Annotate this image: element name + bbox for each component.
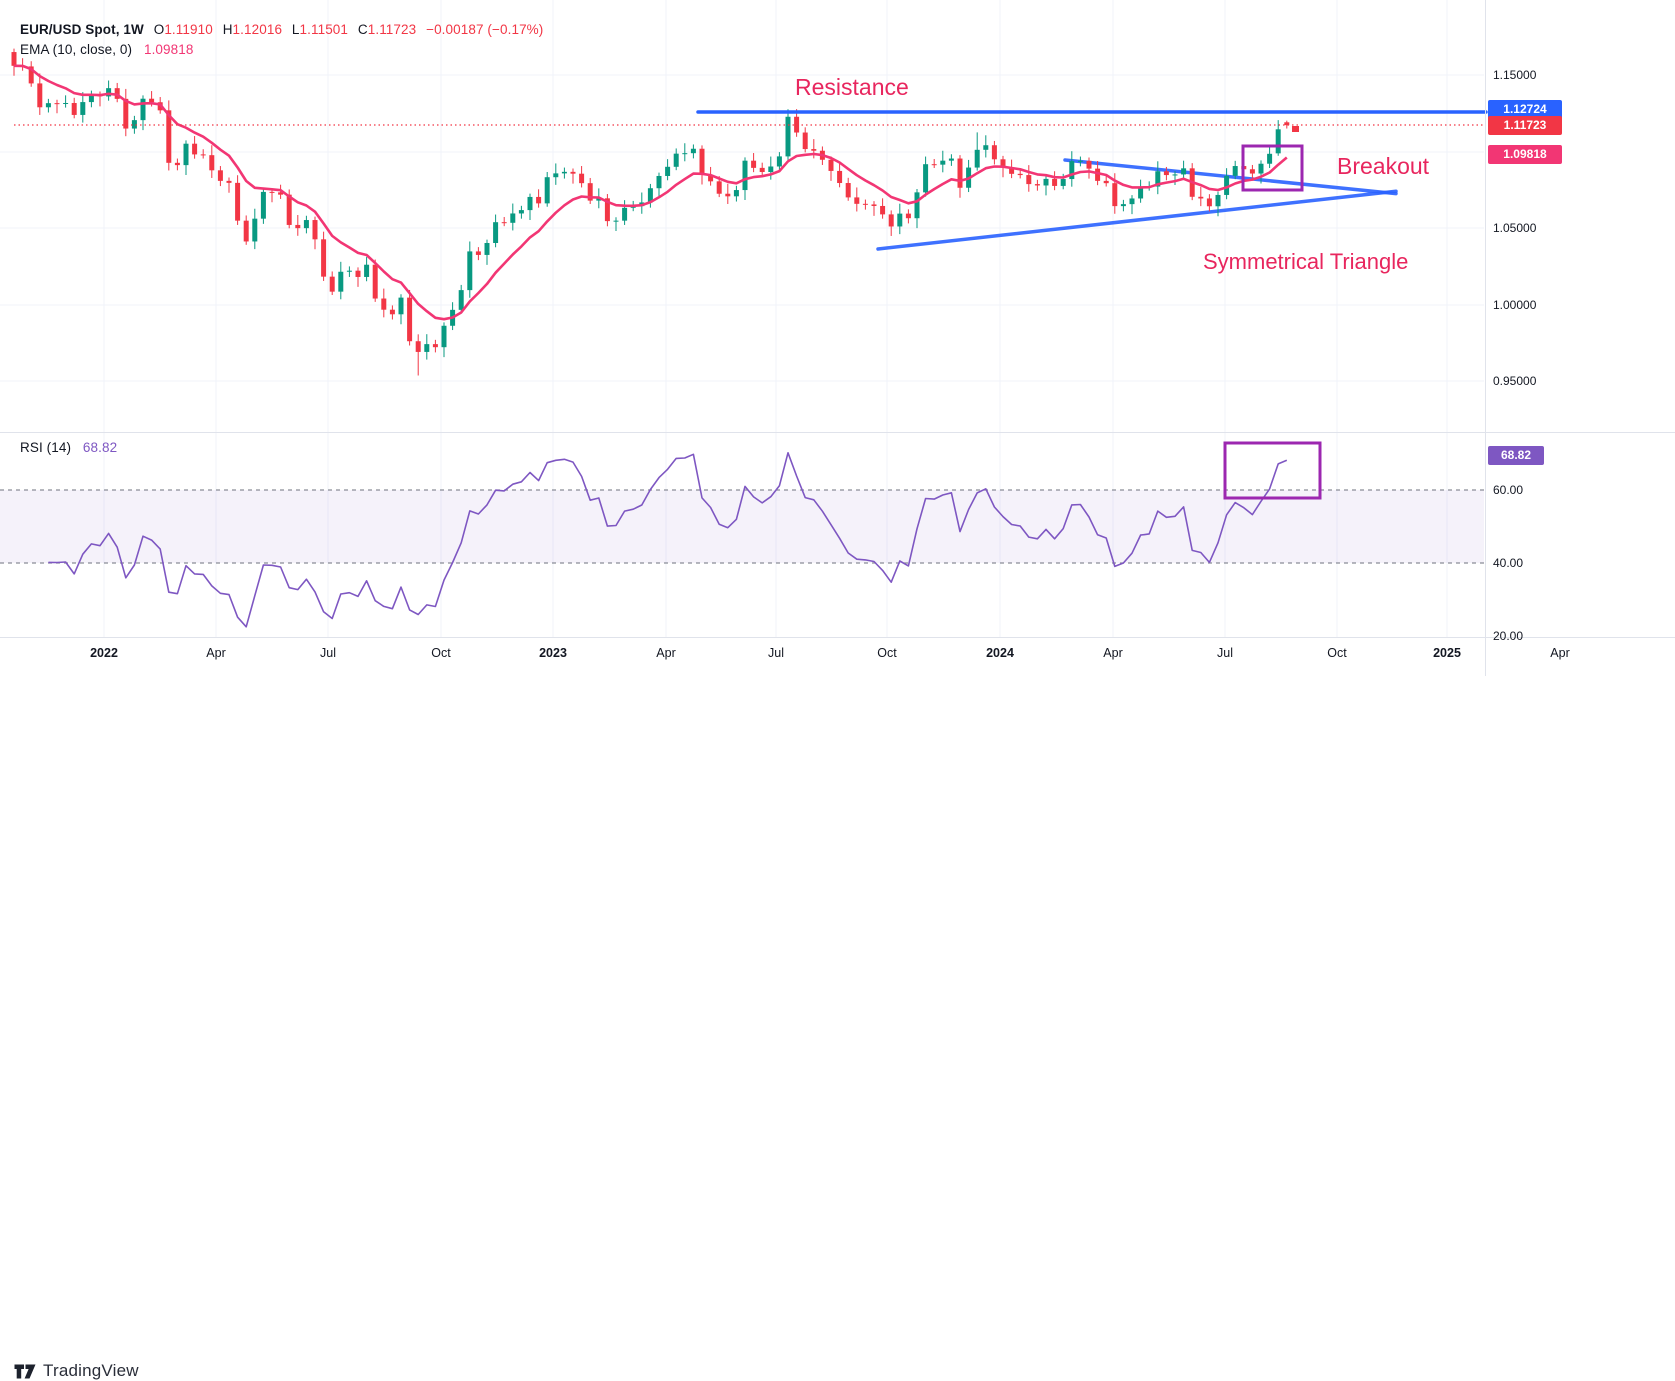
time-axis-label: Jul <box>1217 646 1233 660</box>
time-axis-label: Apr <box>656 646 675 660</box>
ohlc-row: EUR/USD Spot, 1W O1.11910 H1.12016 L1.11… <box>20 22 543 37</box>
rsi-axis-label: 60.00 <box>1493 483 1523 497</box>
time-axis-label: 2023 <box>539 646 567 660</box>
annotation-triangle-label[interactable]: Symmetrical Triangle <box>1203 249 1408 275</box>
ema-value: 1.09818 <box>144 42 194 57</box>
close-label: C <box>358 22 368 37</box>
rsi-value: 68.82 <box>83 440 117 455</box>
rsi-axis-label: 40.00 <box>1493 556 1523 570</box>
ema-label[interactable]: EMA (10, close, 0) <box>20 42 132 57</box>
time-axis-label: Apr <box>1550 646 1569 660</box>
time-axis-label: Jul <box>320 646 336 660</box>
time-axis-label: Apr <box>206 646 225 660</box>
price-badge-last: 1.11723 <box>1488 116 1562 135</box>
price-axis-label: 0.95000 <box>1493 374 1536 388</box>
symbol-name[interactable]: EUR/USD Spot, 1W <box>20 22 144 37</box>
price-scale-border <box>1485 0 1486 676</box>
open-label: O <box>154 22 165 37</box>
time-axis-label: 2022 <box>90 646 118 660</box>
time-axis-label: Oct <box>877 646 896 660</box>
time-axis-border <box>0 637 1675 638</box>
tradingview-logo-icon <box>14 1364 36 1379</box>
low-value: 1.11501 <box>300 22 349 37</box>
close-value: 1.11723 <box>368 22 417 37</box>
price-axis-label: 1.15000 <box>1493 68 1536 82</box>
time-axis-label: Oct <box>1327 646 1346 660</box>
time-axis-label: Apr <box>1103 646 1122 660</box>
rsi-row: RSI (14) 68.82 <box>20 440 117 455</box>
high-value: 1.12016 <box>233 22 283 37</box>
ema-row: EMA (10, close, 0) 1.09818 <box>20 42 193 57</box>
low-label: L <box>292 22 300 37</box>
chart-canvas[interactable] <box>0 0 1675 676</box>
price-badge-ema: 1.09818 <box>1488 145 1562 164</box>
annotation-breakout-label[interactable]: Breakout <box>1337 153 1429 180</box>
price-axis-label: 1.05000 <box>1493 221 1536 235</box>
annotation-resistance-label[interactable]: Resistance <box>795 74 909 101</box>
pane-divider[interactable] <box>0 432 1675 433</box>
rsi-label[interactable]: RSI (14) <box>20 440 71 455</box>
open-value: 1.11910 <box>164 22 213 37</box>
rsi-value-badge: 68.82 <box>1488 446 1544 465</box>
high-label: H <box>223 22 233 37</box>
tradingview-logo[interactable]: TradingView <box>14 1361 139 1381</box>
time-axis-label: 2025 <box>1433 646 1461 660</box>
time-axis-label: Jul <box>768 646 784 660</box>
tradingview-chart-page: { "header": { "symbol": "EUR/USD Spot, 1… <box>0 0 1675 718</box>
price-axis-label: 1.00000 <box>1493 298 1536 312</box>
time-axis-label: 2024 <box>986 646 1014 660</box>
change-value: −0.00187 (−0.17%) <box>426 22 543 37</box>
time-axis-label: Oct <box>431 646 450 660</box>
rsi-axis-label: 20.00 <box>1493 629 1523 643</box>
bottom-toolbar: TradingView <box>0 676 1675 718</box>
tradingview-logo-text: TradingView <box>43 1361 139 1381</box>
